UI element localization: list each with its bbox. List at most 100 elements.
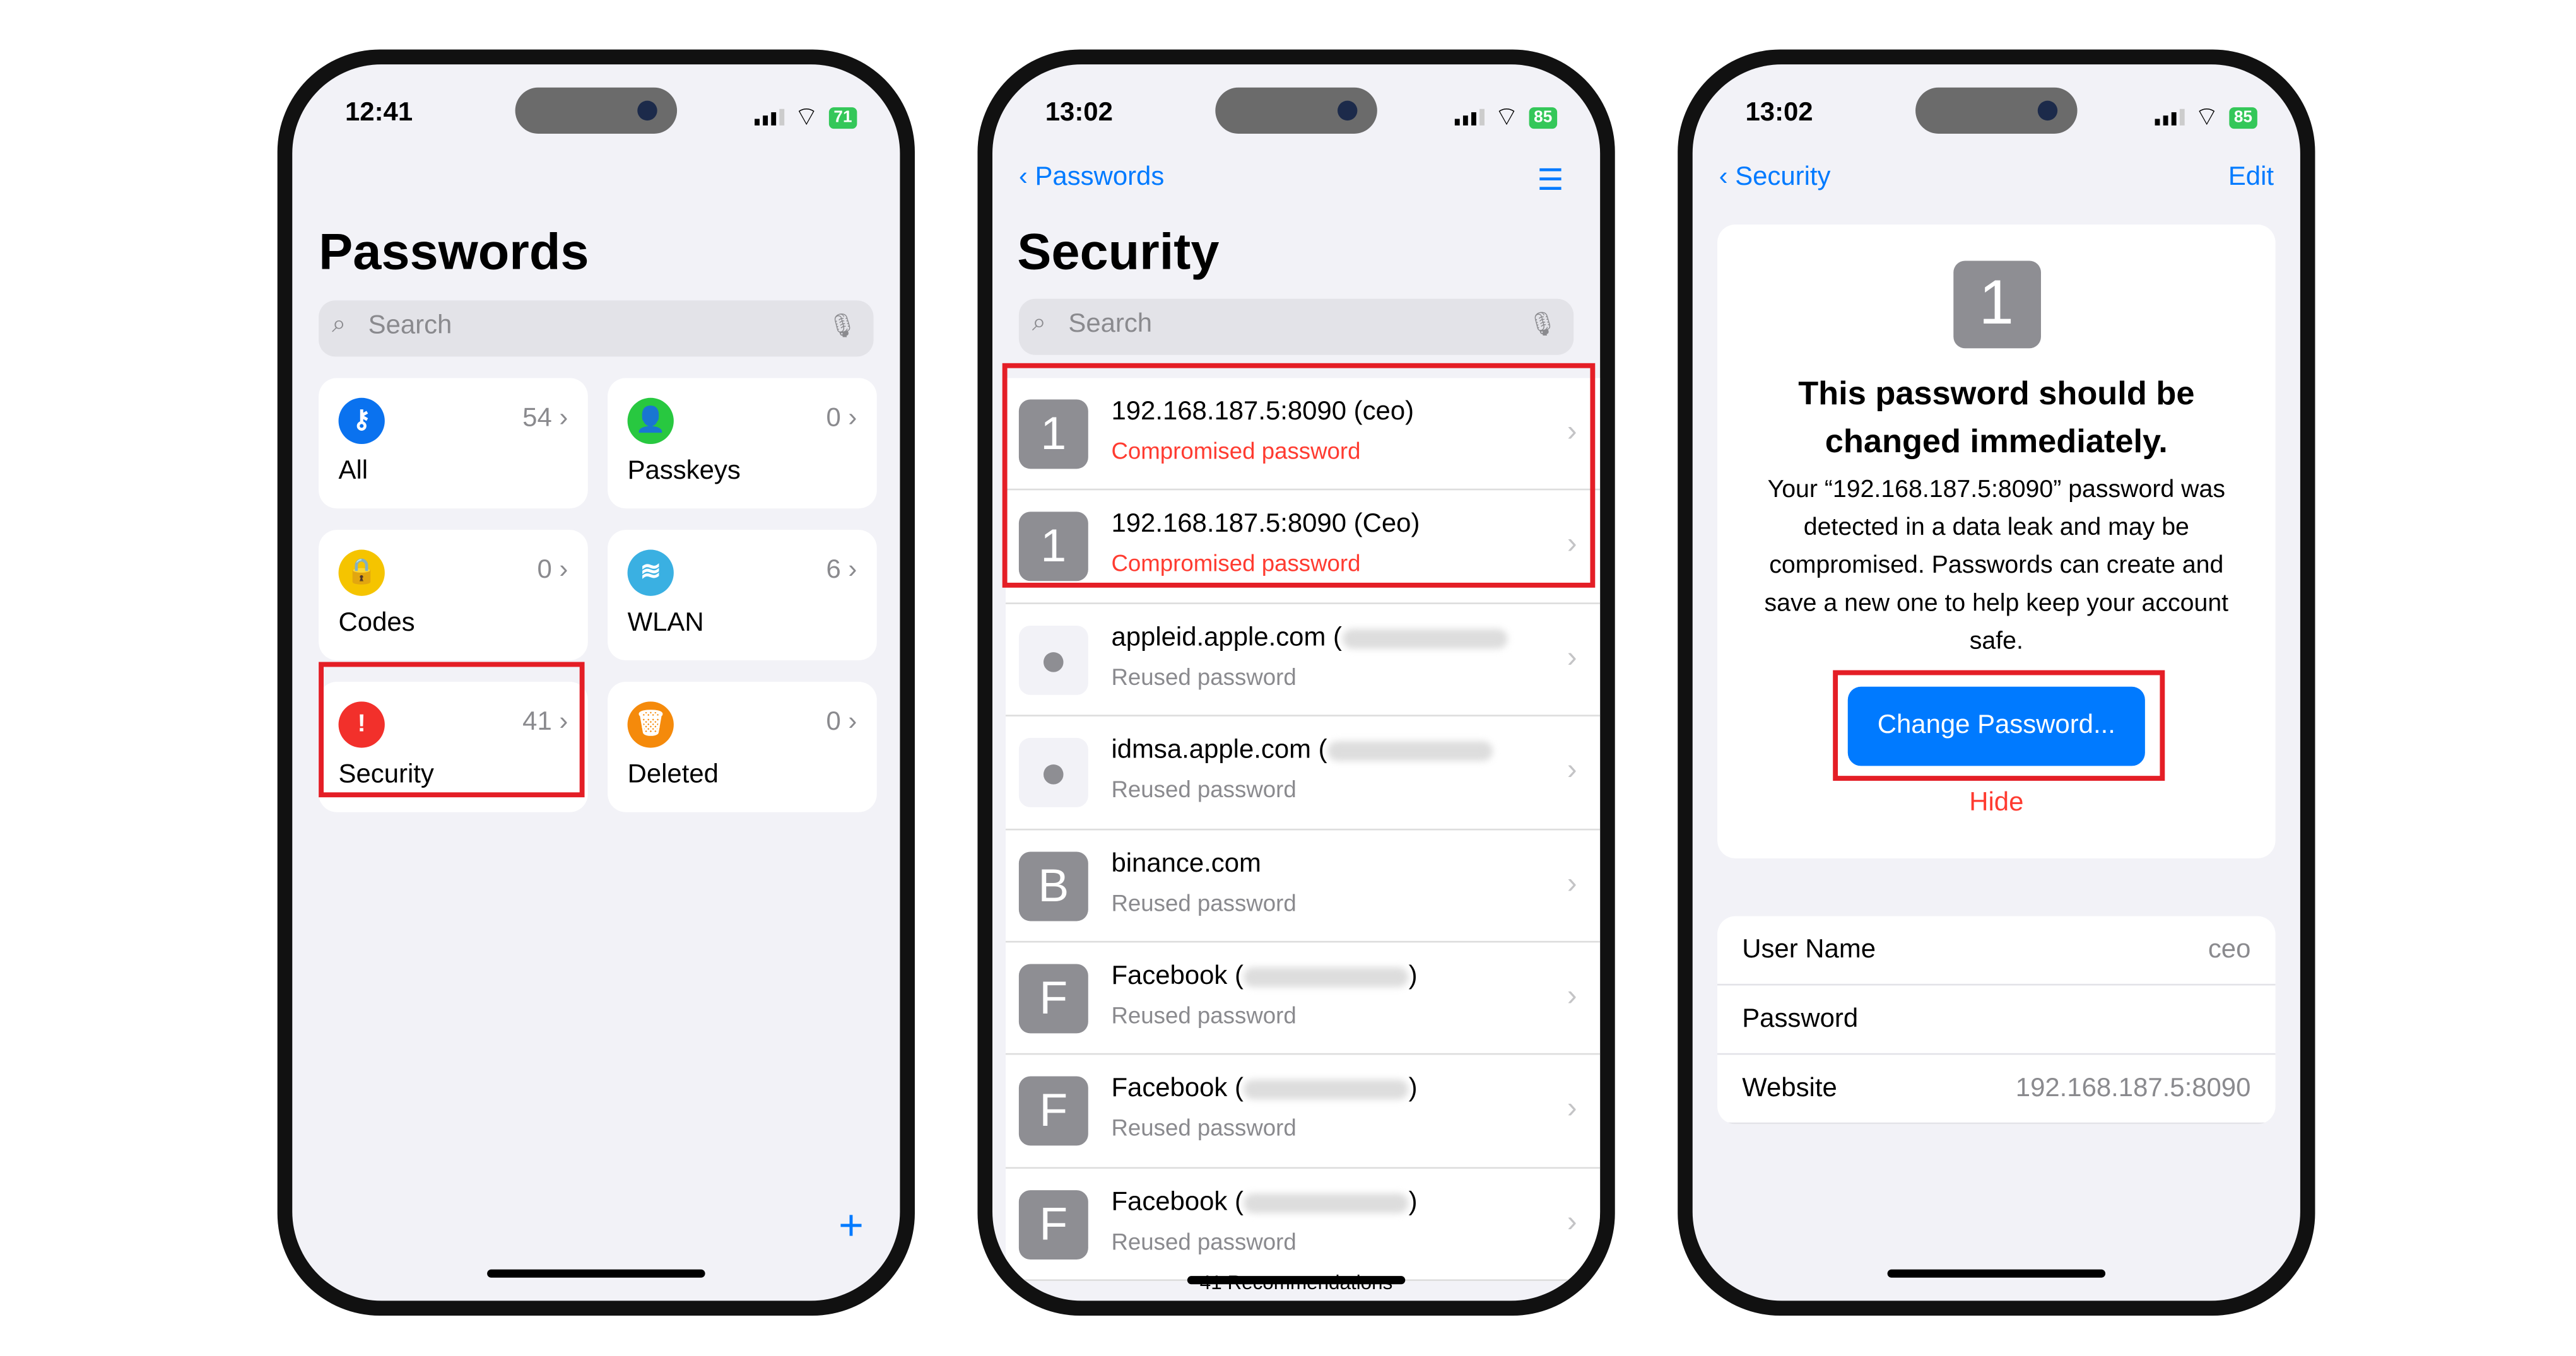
search-placeholder: Search — [368, 312, 452, 341]
phone-security: 13:02 ⌔ 85 ‹ Passwords ☰ Security ⌕ Search… — [977, 49, 1615, 1316]
search-icon: ⌕ — [332, 310, 346, 339]
tile-count: 0 › — [826, 708, 857, 737]
redacted-text — [1243, 1192, 1409, 1213]
warning-heading: This password should be changed immediat… — [1798, 376, 2195, 461]
edit-button[interactable]: Edit — [2228, 163, 2274, 193]
field-label: Website — [1742, 1074, 1837, 1103]
field-user-name[interactable]: User Name ceo — [1717, 916, 2276, 986]
tile-label: WLAN — [627, 609, 704, 638]
search-input[interactable]: ⌕ Search 🎙 — [319, 300, 874, 357]
tile-passkeys[interactable]: 👤 0 › Passkeys — [608, 378, 877, 509]
list-item[interactable]: F Facebook () Reused password › — [1005, 1055, 1601, 1169]
apple-logo-icon: ● — [1018, 738, 1088, 808]
item-status: Reused password — [1111, 1002, 1297, 1029]
item-title: Facebook () — [1111, 1188, 1418, 1217]
chevron-right-icon: › — [1567, 752, 1577, 786]
lock-clock-icon: 🔒 — [338, 549, 385, 596]
wifi-icon: ⌔ — [794, 103, 819, 132]
status-icons: ⌔ 71 — [754, 101, 857, 134]
site-avatar: B — [1018, 851, 1088, 921]
wifi-icon: ≋ — [627, 549, 674, 596]
dynamic-island — [1215, 87, 1377, 134]
warning-card: 1 This password should be changed immedi… — [1717, 224, 2276, 858]
field-password[interactable]: Password — [1717, 986, 2276, 1055]
chevron-left-icon: ‹ — [1719, 163, 1736, 192]
item-status: Reused password — [1111, 889, 1297, 916]
item-title: appleid.apple.com ( — [1111, 624, 1507, 653]
hide-button[interactable]: Hide — [1717, 789, 2276, 819]
item-status: Reused password — [1111, 663, 1297, 690]
status-time: 12:41 — [345, 99, 413, 127]
search-input[interactable]: ⌕ Search 🎙 — [1018, 298, 1574, 355]
tile-count: 0 › — [826, 404, 857, 433]
tile-label: Passkeys — [627, 457, 741, 486]
redacted-text — [1327, 741, 1493, 761]
item-title: Facebook () — [1111, 1075, 1418, 1104]
battery-icon: 71 — [828, 106, 857, 128]
chevron-left-icon: ‹ — [1018, 163, 1035, 192]
tile-count: 6 › — [826, 556, 857, 585]
tile-label: Deleted — [627, 761, 719, 790]
back-label: Security — [1735, 163, 1831, 192]
trash-icon: 🗑 — [627, 701, 674, 748]
phone-passwords: 12:41 ⌔ 71 Passwords ⌕ Search 🎙 ⚷ 54 › All 👤 0 … — [277, 49, 915, 1316]
back-button[interactable]: ‹ Security — [1719, 163, 1831, 193]
tile-wlan[interactable]: ≋ 6 › WLAN — [608, 530, 877, 660]
item-status: Reused password — [1111, 1227, 1297, 1254]
tile-label: All — [338, 457, 368, 486]
field-label: Password — [1742, 1005, 1859, 1034]
tile-label: Codes — [338, 609, 415, 638]
microphone-icon[interactable]: 🎙 — [1528, 310, 1558, 338]
microphone-icon[interactable]: 🎙 — [828, 312, 857, 340]
item-title: Facebook () — [1111, 962, 1418, 991]
list-item[interactable]: ● appleid.apple.com ( Reused password › — [1005, 604, 1601, 717]
add-button[interactable]: + — [838, 1200, 864, 1251]
field-value: 192.168.187.5:8090 — [2015, 1074, 2251, 1103]
redacted-text — [1243, 1080, 1409, 1100]
item-title: idmsa.apple.com ( — [1111, 737, 1493, 766]
wifi-icon: ⌔ — [1494, 103, 1519, 132]
chevron-right-icon: › — [1567, 978, 1577, 1012]
highlight-box — [1833, 670, 2165, 781]
list-item[interactable]: Bbinance.com Reused password › — [1005, 829, 1601, 943]
signal-icon — [754, 108, 784, 126]
battery-icon: 85 — [2229, 106, 2257, 128]
site-avatar: F — [1018, 1189, 1088, 1260]
dynamic-island — [515, 87, 678, 134]
site-avatar: F — [1018, 1077, 1088, 1147]
apple-logo-icon: ● — [1018, 625, 1088, 695]
tile-count: 54 › — [522, 404, 568, 433]
warning-body: Your “192.168.187.5:8090” password was d… — [1764, 475, 2229, 656]
search-placeholder: Search — [1068, 310, 1153, 339]
status-icons: ⌔ 85 — [2155, 101, 2257, 134]
person-key-icon: 👤 — [627, 397, 674, 445]
dynamic-island — [1915, 87, 2078, 134]
list-item[interactable]: ● idmsa.apple.com (Reused password › — [1005, 716, 1601, 830]
battery-icon: 85 — [1529, 106, 1558, 128]
field-label: User Name — [1742, 936, 1876, 964]
signal-icon — [2155, 108, 2185, 126]
list-item[interactable]: F Facebook () Reused password › — [1005, 942, 1601, 1056]
chevron-right-icon: › — [1567, 865, 1577, 899]
tile-deleted[interactable]: 🗑 0 › Deleted — [608, 681, 877, 812]
redacted-text — [1341, 628, 1507, 648]
redacted-text — [1243, 967, 1409, 987]
status-time: 13:02 — [1045, 99, 1113, 127]
highlight-box — [1002, 363, 1596, 588]
list-item[interactable]: F Facebook () Reused password › — [1005, 1168, 1601, 1282]
tile-all[interactable]: ⚷ 54 › All — [319, 378, 588, 509]
key-icon: ⚷ — [338, 397, 385, 445]
tile-codes[interactable]: 🔒 0 › Codes — [319, 530, 588, 660]
back-button[interactable]: ‹ Passwords — [1019, 163, 1164, 193]
search-icon: ⌕ — [1032, 308, 1046, 337]
credentials-card: User Name ceo Password Website 192.168.187.5… — [1717, 916, 2276, 1125]
site-avatar: F — [1018, 964, 1088, 1034]
page-title: Passwords — [319, 223, 589, 281]
wifi-icon: ⌔ — [2194, 103, 2220, 132]
field-website[interactable]: Website 192.168.187.5:8090 — [1717, 1055, 2276, 1125]
chevron-right-icon: › — [1567, 640, 1577, 674]
home-indicator — [1187, 1276, 1406, 1285]
field-value: ceo — [2208, 936, 2251, 964]
chevron-right-icon: › — [1567, 1204, 1577, 1238]
filter-list-icon[interactable]: ☰ — [1537, 163, 1563, 198]
